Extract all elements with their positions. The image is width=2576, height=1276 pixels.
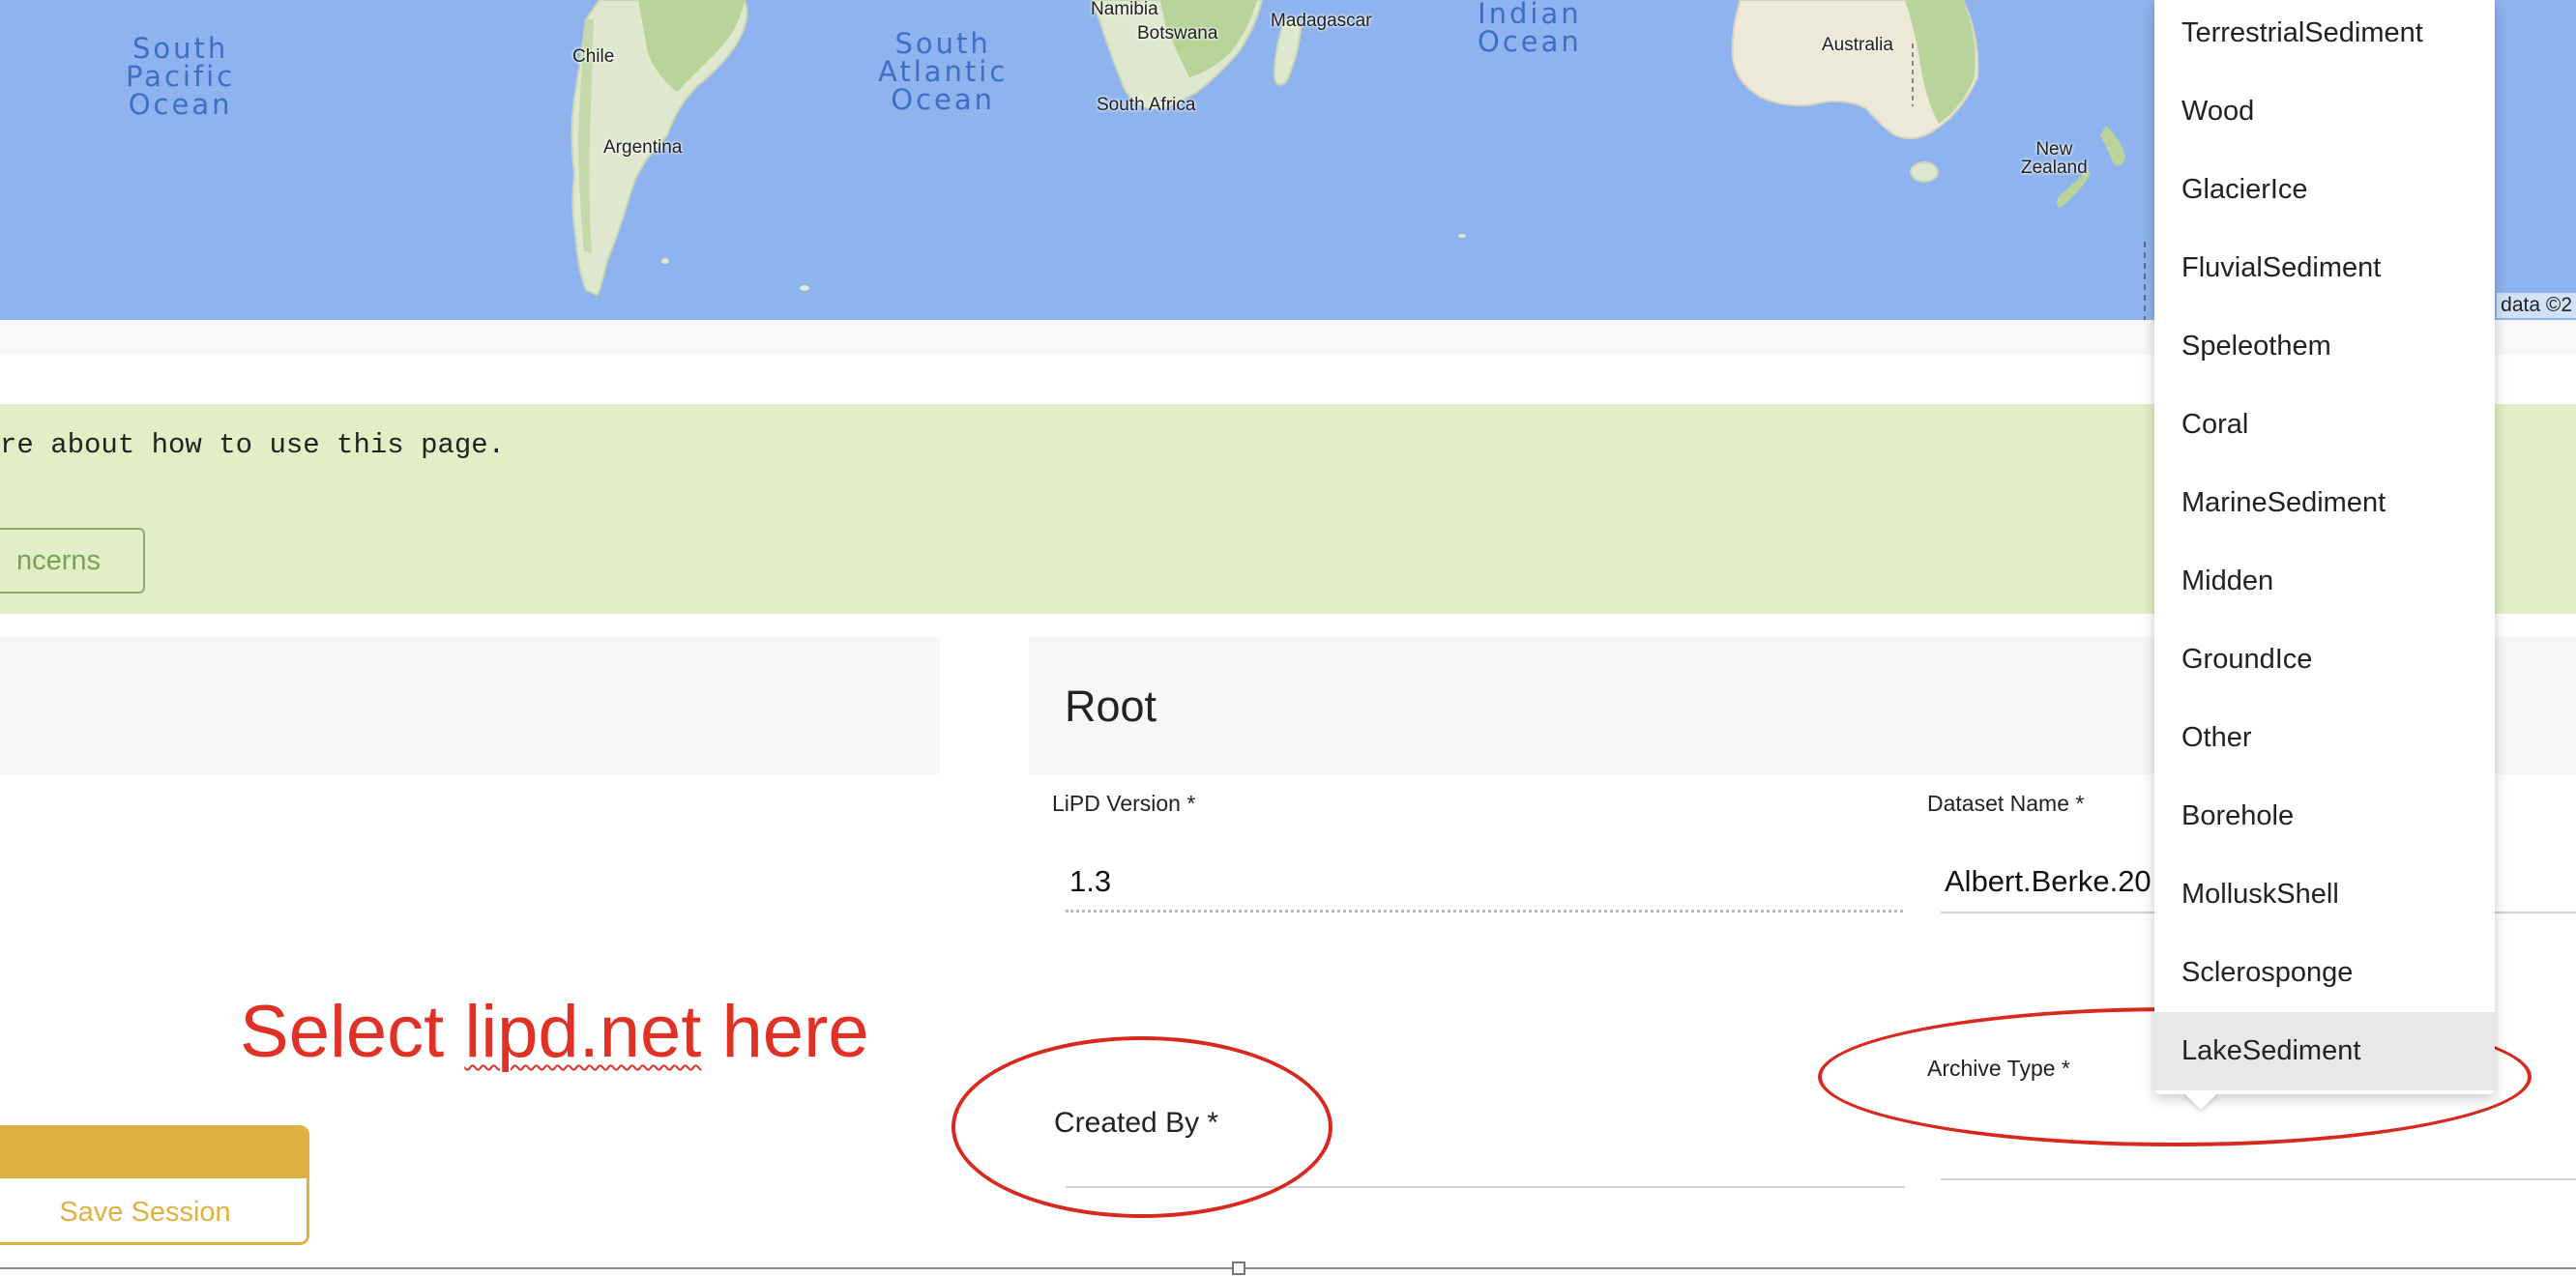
map-label-south-africa: South Africa xyxy=(1097,95,1196,115)
map-label-australia: Australia xyxy=(1822,35,1893,55)
lipd-version-label: LiPD Version * xyxy=(1052,791,1196,816)
dropdown-option-other[interactable]: Other xyxy=(2154,699,2495,777)
annotation-highlight: lipd.net xyxy=(464,991,702,1073)
lipd-version-input[interactable]: 1.3 xyxy=(1069,864,1111,899)
notice-text: re about how to use this page. xyxy=(0,429,506,461)
dropdown-option-wood[interactable]: Wood xyxy=(2154,72,2495,151)
dataset-name-label: Dataset Name * xyxy=(1927,791,2085,816)
save-session-button[interactable]: Save Session xyxy=(0,1178,307,1242)
map-label-madagascar: Madagascar xyxy=(1271,11,1372,31)
lipd-version-underline xyxy=(1066,910,1903,913)
ocean-label-indian: Indian Ocean xyxy=(1478,0,1582,58)
dropdown-pointer-arrow xyxy=(2183,1092,2218,1110)
bottom-divider xyxy=(0,1267,2576,1269)
save-session-card: Save Session xyxy=(0,1125,309,1245)
map-label-botswana: Botswana xyxy=(1137,23,1218,44)
save-session-header xyxy=(0,1128,307,1178)
dropdown-option-terrestrialsediment[interactable]: TerrestrialSediment xyxy=(2154,0,2495,72)
concerns-button[interactable]: ncerns xyxy=(0,528,145,594)
dropdown-option-marinesediment[interactable]: MarineSediment xyxy=(2154,464,2495,542)
annotation-prefix: Select xyxy=(240,991,465,1073)
dropdown-option-molluskshell[interactable]: MolluskShell xyxy=(2154,856,2495,934)
dropdown-option-borehole[interactable]: Borehole xyxy=(2154,777,2495,856)
dropdown-option-speleothem[interactable]: Speleothem xyxy=(2154,307,2495,386)
dataset-name-input[interactable]: Albert.Berke.20 xyxy=(1945,864,2152,899)
archive-type-dropdown[interactable]: TerrestrialSediment Wood GlacierIce Fluvial… xyxy=(2154,0,2495,1094)
created-by-highlight-ellipse xyxy=(951,1036,1332,1218)
dropdown-option-coral[interactable]: Coral xyxy=(2154,386,2495,464)
dropdown-option-sclerosponge[interactable]: Sclerosponge xyxy=(2154,934,2495,1012)
dropdown-option-glacierice[interactable]: GlacierIce xyxy=(2154,151,2495,229)
ocean-label-south-atlantic: South Atlantic Ocean xyxy=(878,27,1009,116)
root-title: Root xyxy=(1065,682,1157,731)
dropdown-option-lakesediment[interactable]: LakeSediment xyxy=(2154,1012,2495,1090)
ocean-label-south-pacific: South Pacific Ocean xyxy=(126,32,236,121)
map-credit[interactable]: data ©2 xyxy=(2497,293,2576,318)
dropdown-option-groundice[interactable]: GroundIce xyxy=(2154,621,2495,699)
instruction-annotation: Select lipd.net here xyxy=(240,990,869,1074)
map-label-argentina: Argentina xyxy=(603,137,683,158)
map-label-chile: Chile xyxy=(572,46,615,67)
resize-handle[interactable] xyxy=(1232,1262,1245,1275)
map-label-namibia: Namibia xyxy=(1091,0,1158,19)
dropdown-option-fluvialsediment[interactable]: FluvialSediment xyxy=(2154,229,2495,307)
dropdown-option-midden[interactable]: Midden xyxy=(2154,542,2495,621)
annotation-suffix: here xyxy=(701,991,869,1073)
left-panel-header xyxy=(0,637,940,774)
map-label-new-zealand: New Zealand xyxy=(2021,139,2088,178)
archive-type-select[interactable] xyxy=(1941,1178,2576,1180)
